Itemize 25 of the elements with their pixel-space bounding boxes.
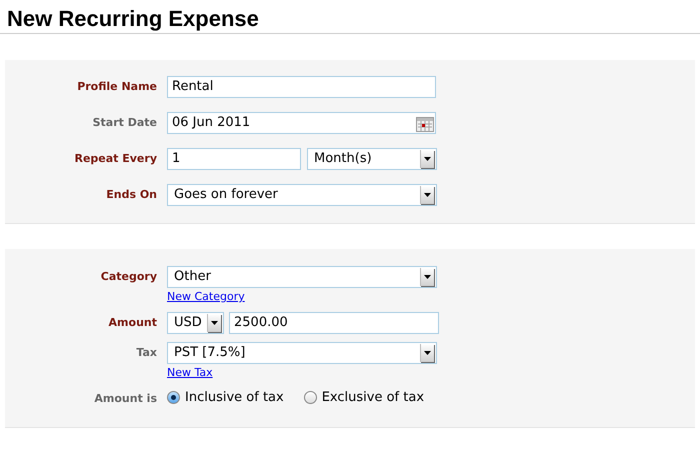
field-label: Repeat Every	[73, 151, 158, 167]
radio-button[interactable]	[304, 391, 317, 404]
radio-option[interactable]: Inclusive of tax	[167, 388, 284, 408]
select-field[interactable]: Goes on forever	[167, 184, 437, 206]
field-label: Amount is	[93, 391, 158, 407]
field-label: Tax	[135, 345, 158, 361]
field-label: Ends On	[105, 187, 158, 203]
select-field[interactable]: PST [7.5%]	[167, 342, 437, 364]
new-link[interactable]: New Tax	[167, 366, 213, 380]
currency-select[interactable]: USD	[167, 312, 224, 334]
field-label: Start Date	[92, 115, 158, 131]
page-title: New Recurring Expense	[0, 0, 700, 34]
input-field[interactable]: 2500.00	[229, 312, 439, 334]
radio-button[interactable]	[167, 391, 180, 404]
field-label: Amount	[108, 315, 158, 331]
select-field[interactable]: Month(s)	[307, 148, 437, 170]
select-field[interactable]: Other	[167, 266, 437, 288]
input-field[interactable]: 06 Jun 2011	[167, 112, 436, 134]
input-field[interactable]: Rental	[167, 76, 436, 98]
new-link[interactable]: New Category	[167, 290, 245, 304]
field-label: Profile Name	[76, 79, 158, 95]
input-field[interactable]: 1	[167, 148, 301, 170]
calendar-icon[interactable]	[416, 114, 434, 132]
radio-option[interactable]: Exclusive of tax	[304, 388, 424, 408]
field-label: Category	[100, 269, 158, 285]
